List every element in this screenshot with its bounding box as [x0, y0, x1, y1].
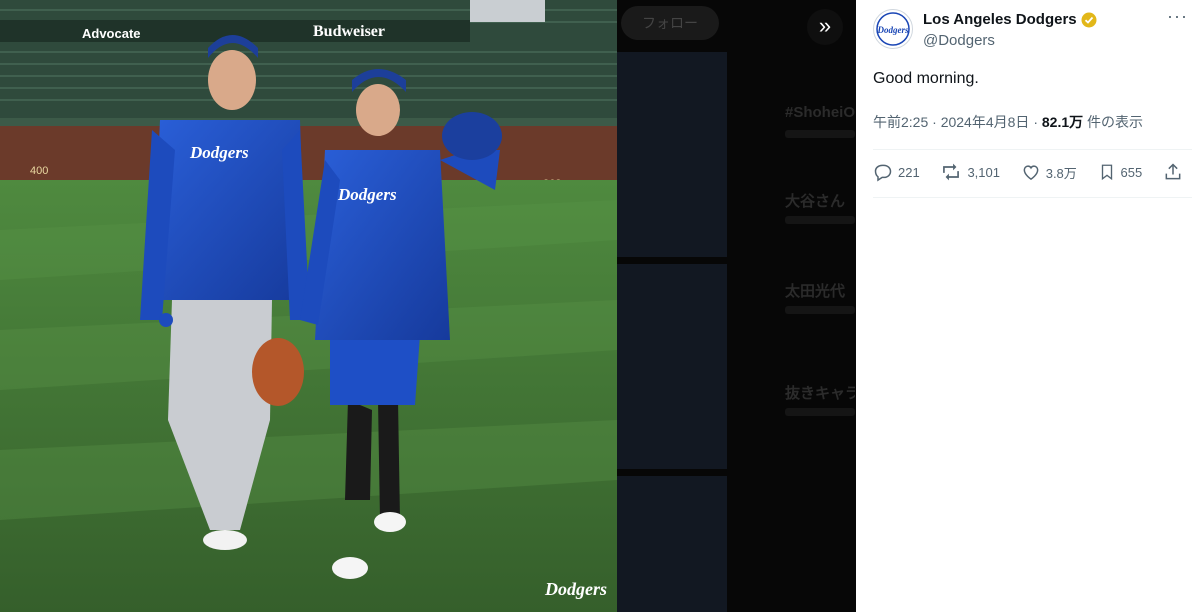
- repost-button[interactable]: 3,101: [940, 162, 1000, 182]
- trend-item: 抜きキャラ: [785, 385, 855, 402]
- tweet-text: Good morning.: [873, 70, 979, 87]
- dimmed-timeline: フォロー #ShoheiOhtani 大谷さん 太田光代 抜きキャラ »: [617, 0, 856, 612]
- like-count: 3.8万: [1045, 165, 1077, 181]
- reply-button[interactable]: 221: [873, 162, 920, 182]
- glove-blue: [442, 112, 502, 160]
- budweiser-sign: Budweiser: [313, 23, 385, 40]
- dodgers-logo-icon: Dodgers: [876, 12, 910, 46]
- tweet-time[interactable]: 午前2:25: [873, 114, 928, 130]
- action-bar: 221 3,101 3.8万 655: [873, 162, 1183, 182]
- dodgers-watermark: Dodgers: [544, 579, 607, 599]
- reply-icon: [874, 164, 892, 182]
- bookmark-count: 655: [1120, 164, 1143, 180]
- repost-count: 3,101: [967, 164, 1000, 180]
- verified-badge-icon: [1081, 12, 1097, 27]
- expand-button[interactable]: »: [807, 9, 843, 45]
- background-photo: [617, 476, 727, 612]
- reply-count: 221: [898, 164, 920, 180]
- divider: [873, 149, 1192, 150]
- tweet-date[interactable]: 2024年4月8日: [941, 114, 1030, 130]
- like-button[interactable]: 3.8万: [1021, 162, 1077, 182]
- advocate-sign: Advocate: [82, 26, 141, 41]
- bookmark-icon: [1101, 164, 1112, 181]
- avatar[interactable]: Dodgers: [873, 9, 913, 49]
- hoodie-logo-left: Dodgers: [189, 143, 249, 162]
- share-button[interactable]: [1163, 162, 1183, 182]
- repost-icon: [943, 163, 960, 181]
- sky-patch: [470, 0, 545, 22]
- background-photo: [617, 52, 727, 257]
- handle[interactable]: @Dodgers: [923, 32, 995, 49]
- tweet-meta: 午前2:25 · 2024年4月8日 · 82.1万 件の表示: [873, 114, 1144, 130]
- photo-scene: Advocate Budweiser 400 368 Dodgers: [0, 0, 617, 612]
- background-photo: [617, 264, 727, 469]
- divider: [873, 197, 1192, 198]
- trend-item: 大谷さん: [785, 193, 846, 210]
- glove-brown: [252, 338, 304, 406]
- view-label: 件の表示: [1087, 114, 1144, 130]
- heart-icon: [1023, 165, 1039, 180]
- author-name-row[interactable]: Los Angeles Dodgers: [923, 11, 1097, 28]
- hoodie-logo-right: Dodgers: [337, 185, 397, 204]
- share-icon: [1165, 163, 1181, 180]
- tweet-detail-panel: Dodgers Los Angeles Dodgers @Dodgers ···…: [856, 0, 1200, 612]
- tweet-photo[interactable]: Advocate Budweiser 400 368 Dodgers: [0, 0, 617, 612]
- follow-button: フォロー: [621, 6, 719, 40]
- more-icon[interactable]: ···: [1167, 6, 1188, 27]
- chevrons-right-icon: »: [818, 13, 832, 38]
- bookmark-button[interactable]: 655: [1098, 162, 1143, 182]
- view-count: 82.1万: [1041, 114, 1084, 130]
- trend-item: #ShoheiOhtani: [785, 104, 855, 121]
- trend-item: 太田光代: [785, 283, 846, 300]
- display-name[interactable]: Los Angeles Dodgers: [923, 11, 1077, 28]
- wall-number-left: 400: [30, 165, 48, 177]
- svg-text:Dodgers: Dodgers: [877, 25, 909, 35]
